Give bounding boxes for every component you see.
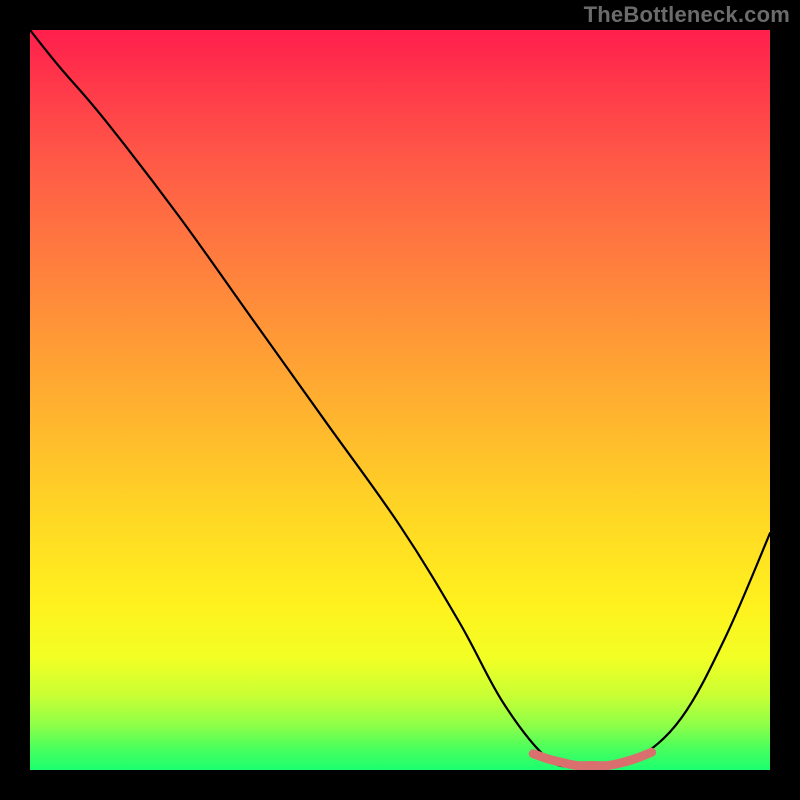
watermark-text: TheBottleneck.com <box>584 2 790 28</box>
chart-stage: TheBottleneck.com <box>0 0 800 800</box>
curve-svg <box>30 30 770 770</box>
minimum-plateau-path <box>533 752 651 766</box>
bottleneck-curve-path <box>30 30 770 767</box>
